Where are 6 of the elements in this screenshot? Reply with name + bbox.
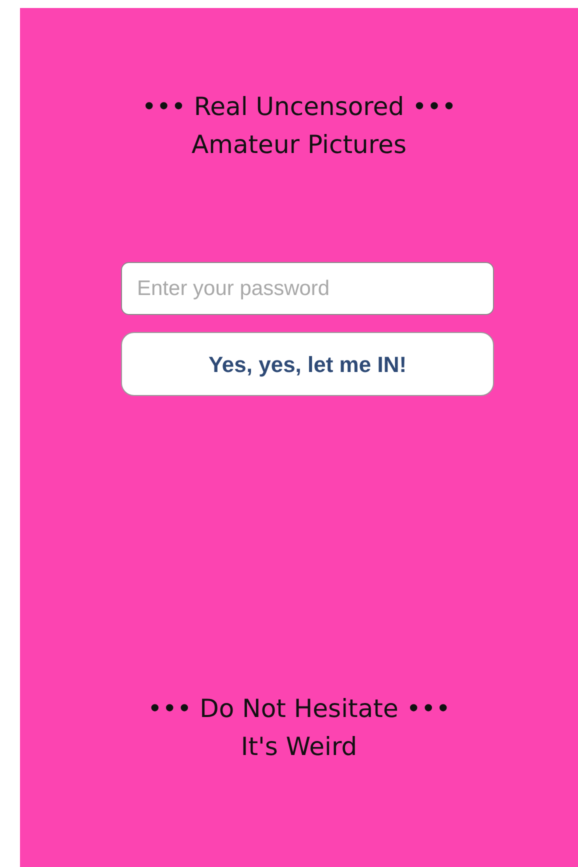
headline: Amateur Pictures: [190, 129, 408, 161]
tagline: ••• Do Not Hesitate •••: [146, 693, 452, 725]
login-button[interactable]: Yes, yes, let me IN!: [121, 332, 494, 396]
headline: ••• Real Uncensored •••: [140, 91, 458, 123]
password-field[interactable]: Enter your password: [121, 262, 494, 315]
tagline: It's Weird: [240, 731, 358, 763]
